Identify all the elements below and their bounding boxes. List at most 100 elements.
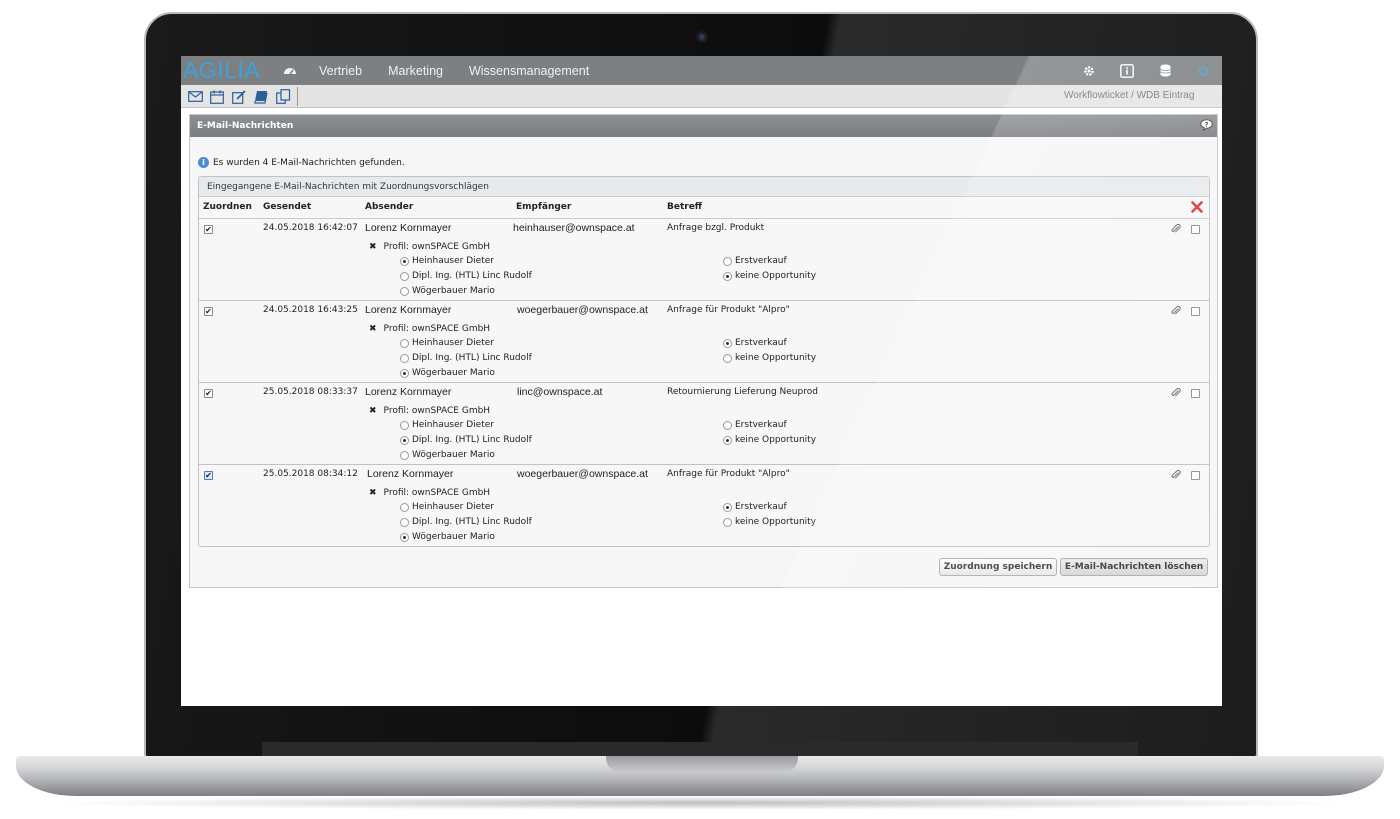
help-icon[interactable]: ?: [1200, 119, 1213, 131]
person-label: Wögerbauer Mario: [412, 286, 495, 296]
paperclip-icon[interactable]: [1171, 224, 1181, 234]
delete-emails-button[interactable]: E-Mail-Nachrichten löschen: [1060, 558, 1208, 576]
opportunity-option[interactable]: Erstverkauf: [723, 420, 787, 430]
remove-profile-icon[interactable]: ✖: [369, 488, 377, 498]
database-button[interactable]: [1146, 56, 1184, 85]
email-subject: Anfrage für Produkt "Alpro": [667, 305, 790, 315]
radio-button[interactable]: [723, 353, 732, 363]
person-label: Dipl. Ing. (HTL) Linc Rudolf: [412, 271, 532, 281]
delete-checkbox[interactable]: [1191, 225, 1200, 234]
opportunity-label: keine Opportunity: [735, 517, 817, 527]
sent-date: 25.05.2018 08:33:37: [263, 387, 358, 397]
radio-button[interactable]: [400, 435, 409, 445]
radio-button[interactable]: [400, 286, 409, 296]
person-option[interactable]: Heinhauser Dieter: [400, 502, 494, 512]
profile-line: ✖ Profil: ownSPACE GmbH: [369, 242, 490, 252]
delete-icon[interactable]: [1191, 201, 1203, 213]
radio-button[interactable]: [723, 435, 732, 445]
person-option[interactable]: Dipl. Ing. (HTL) Linc Rudolf: [400, 353, 532, 363]
opportunity-option[interactable]: Erstverkauf: [723, 502, 787, 512]
person-label: Heinhauser Dieter: [412, 338, 494, 348]
radio-button[interactable]: [723, 517, 732, 527]
radio-button[interactable]: [400, 420, 409, 430]
person-option[interactable]: Dipl. Ing. (HTL) Linc Rudolf: [400, 435, 532, 445]
toolbar: [181, 85, 1222, 108]
opportunity-option[interactable]: keine Opportunity: [723, 517, 816, 527]
delete-checkbox[interactable]: [1191, 471, 1200, 480]
radio-button[interactable]: [723, 271, 732, 281]
book-icon: [254, 90, 268, 104]
opportunity-option[interactable]: keine Opportunity: [723, 353, 816, 363]
info-button[interactable]: [1108, 56, 1146, 85]
radio-button[interactable]: [400, 271, 409, 281]
opportunity-option[interactable]: keine Opportunity: [723, 271, 816, 281]
radio-button[interactable]: [723, 256, 732, 266]
opportunity-option[interactable]: keine Opportunity: [723, 435, 816, 445]
person-option[interactable]: Dipl. Ing. (HTL) Linc Rudolf: [400, 271, 532, 281]
person-option[interactable]: Heinhauser Dieter: [400, 338, 494, 348]
radio-button[interactable]: [400, 353, 409, 363]
nav-item-vertrieb[interactable]: Vertrieb: [319, 64, 362, 78]
app-screen: AGILIA Vertrieb Marketing Wissensmanagem…: [181, 56, 1222, 706]
save-assignment-button[interactable]: Zuordnung speichern: [939, 558, 1057, 576]
delete-checkbox[interactable]: [1191, 389, 1200, 398]
calendar-button[interactable]: [206, 87, 228, 106]
recipient-email: linc@ownspace.at: [517, 386, 603, 398]
radio-button[interactable]: [723, 338, 732, 348]
person-option[interactable]: Wögerbauer Mario: [400, 286, 495, 296]
delete-checkbox[interactable]: [1191, 307, 1200, 316]
radio-button[interactable]: [400, 338, 409, 348]
paperclip-icon[interactable]: [1171, 306, 1181, 316]
copy-button[interactable]: [272, 87, 294, 106]
radio-button[interactable]: [400, 502, 409, 512]
paperclip-icon[interactable]: [1171, 470, 1181, 480]
assign-checkbox[interactable]: [204, 307, 213, 316]
radio-button[interactable]: [400, 517, 409, 527]
remove-profile-icon[interactable]: ✖: [369, 406, 377, 416]
power-icon: [1198, 65, 1208, 76]
nav-item-wissensmanagement[interactable]: Wissensmanagement: [469, 64, 589, 78]
recipient-email: heinhauser@ownspace.at: [513, 222, 635, 234]
assign-checkbox[interactable]: [204, 389, 213, 398]
radio-button[interactable]: [400, 256, 409, 266]
profile-label: Profil: ownSPACE GmbH: [383, 406, 491, 416]
radio-button[interactable]: [400, 450, 409, 460]
remove-profile-icon[interactable]: ✖: [369, 324, 377, 334]
person-option[interactable]: Heinhauser Dieter: [400, 420, 494, 430]
mail-button[interactable]: [184, 87, 206, 106]
logout-button[interactable]: [1184, 56, 1222, 85]
info-icon: i: [198, 157, 209, 168]
remove-profile-icon[interactable]: ✖: [369, 242, 377, 252]
person-label: Heinhauser Dieter: [412, 420, 494, 430]
person-option[interactable]: Dipl. Ing. (HTL) Linc Rudolf: [400, 517, 532, 527]
laptop-hinge: [262, 742, 1138, 756]
radio-button[interactable]: [723, 502, 732, 512]
person-option[interactable]: Wögerbauer Mario: [400, 450, 495, 460]
opportunity-option[interactable]: Erstverkauf: [723, 256, 787, 266]
book-button[interactable]: [250, 87, 272, 106]
radio-button[interactable]: [400, 532, 409, 542]
dashboard-icon[interactable]: [283, 64, 297, 78]
opportunity-option[interactable]: Erstverkauf: [723, 338, 787, 348]
email-subject: Retournierung Lieferung Neuprod: [667, 387, 818, 397]
search-input[interactable]: [1064, 90, 1196, 101]
person-option[interactable]: Wögerbauer Mario: [400, 368, 495, 378]
person-label: Wögerbauer Mario: [412, 368, 495, 378]
sender-name: Lorenz Kornmayer: [365, 304, 452, 316]
person-option[interactable]: Heinhauser Dieter: [400, 256, 494, 266]
radio-button[interactable]: [723, 420, 732, 430]
settings-button[interactable]: [1070, 56, 1108, 85]
settings-icon: [1084, 65, 1094, 76]
nav-item-marketing[interactable]: Marketing: [388, 64, 443, 78]
edit-button[interactable]: [228, 87, 250, 106]
person-option[interactable]: Wögerbauer Mario: [400, 532, 495, 542]
assign-checkbox[interactable]: [204, 471, 213, 480]
svg-text:?: ?: [1205, 120, 1209, 128]
email-table: Eingegangene E-Mail-Nachrichten mit Zuor…: [198, 176, 1210, 547]
app-logo[interactable]: AGILIA: [183, 57, 279, 84]
assign-checkbox[interactable]: [204, 225, 213, 234]
paperclip-icon[interactable]: [1171, 388, 1181, 398]
radio-button[interactable]: [400, 368, 409, 378]
camera-icon: [696, 31, 708, 43]
copy-icon: [275, 89, 290, 104]
